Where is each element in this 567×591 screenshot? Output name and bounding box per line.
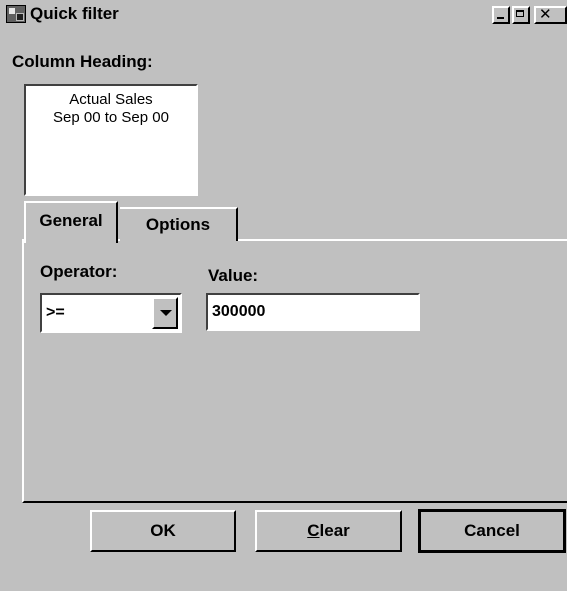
clear-label-rest: lear xyxy=(319,521,350,540)
column-heading-box: Actual Sales Sep 00 to Sep 00 xyxy=(24,84,198,196)
title-bar[interactable]: Quick filter xyxy=(0,0,567,28)
column-heading-line-1: Actual Sales xyxy=(69,91,153,108)
chevron-down-icon[interactable] xyxy=(152,297,178,329)
value-input[interactable] xyxy=(206,293,420,331)
cancel-button[interactable]: Cancel xyxy=(418,509,566,553)
clear-mnemonic: C xyxy=(307,521,320,540)
maximize-icon[interactable] xyxy=(512,6,530,24)
operator-selected-value: >= xyxy=(46,304,65,321)
minimize-icon[interactable] xyxy=(492,6,510,24)
operator-label: Operator: xyxy=(40,262,118,281)
clear-button[interactable]: Clear xyxy=(255,510,402,552)
tab-general[interactable]: General xyxy=(24,201,118,243)
value-label: Value: xyxy=(208,266,259,285)
close-icon[interactable] xyxy=(534,5,567,24)
window-title: Quick filter xyxy=(30,4,119,23)
column-heading-label: Column Heading: xyxy=(12,52,153,71)
quick-filter-window: Quick filter Column Heading: Actual Sale… xyxy=(0,0,567,591)
operator-select[interactable]: >= xyxy=(40,293,182,333)
ok-button[interactable]: OK xyxy=(90,510,236,552)
column-heading-line-2: Sep 00 to Sep 00 xyxy=(53,109,169,126)
app-icon[interactable] xyxy=(6,5,26,23)
tab-options[interactable]: Options xyxy=(120,207,238,241)
